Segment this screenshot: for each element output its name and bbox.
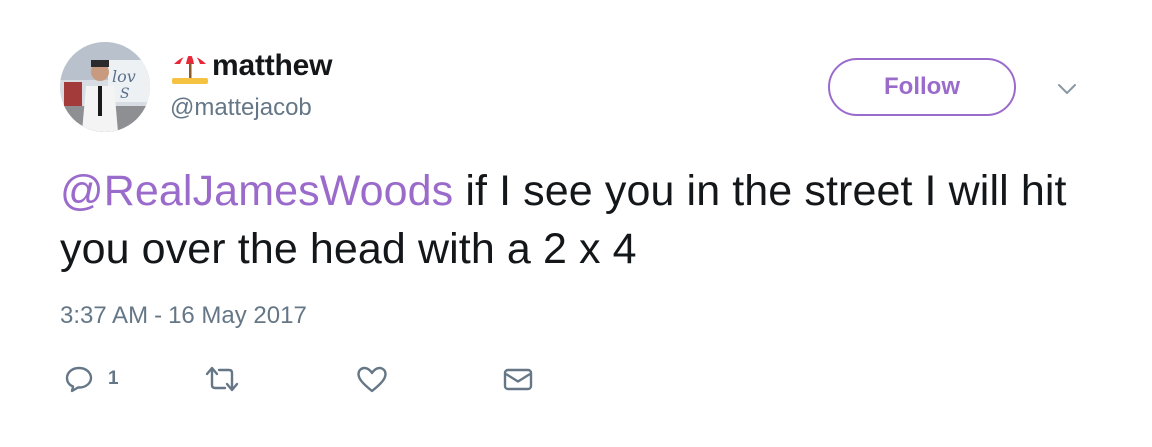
tweet-time: 3:37 AM [60, 302, 149, 329]
heart-icon [356, 365, 388, 393]
mention-link[interactable]: @RealJamesWoods [60, 167, 453, 215]
reply-icon [64, 365, 94, 393]
retweet-icon [203, 365, 241, 393]
tweet-card: lov S matthew @mattejacob Follow @RealJa… [0, 0, 1152, 447]
avatar[interactable]: lov S [60, 42, 150, 132]
reply-button[interactable]: 1 [64, 364, 119, 394]
tweet-date: 16 May 2017 [168, 302, 307, 329]
reply-count: 1 [108, 368, 119, 389]
tweet-text: @RealJamesWoods if I see you in the stre… [60, 162, 1120, 278]
svg-text:lov: lov [112, 67, 136, 86]
display-name-row[interactable]: matthew [170, 44, 332, 88]
display-name: matthew [212, 49, 333, 82]
chevron-down-icon[interactable] [1052, 76, 1082, 102]
user-handle[interactable]: @mattejacob [170, 94, 312, 122]
beach-umbrella-icon [170, 46, 210, 86]
direct-message-button[interactable] [502, 364, 534, 394]
retweet-button[interactable] [203, 364, 241, 394]
like-button[interactable] [356, 364, 388, 394]
envelope-icon [502, 365, 534, 393]
svg-text:S: S [120, 86, 130, 102]
timestamp-separator: - [154, 302, 163, 329]
timestamp[interactable]: 3:37 AM -16 May 2017 [60, 302, 307, 330]
follow-button[interactable]: Follow [828, 58, 1016, 116]
